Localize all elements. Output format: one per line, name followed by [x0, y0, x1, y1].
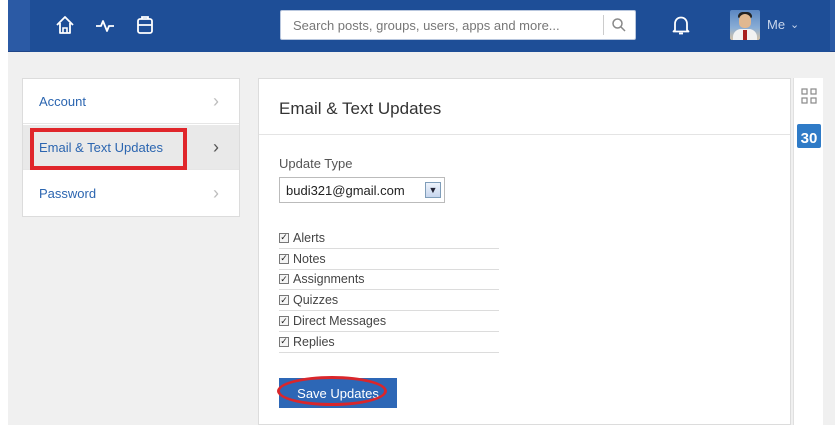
checkbox-alerts[interactable]: ✓ Alerts	[279, 228, 499, 249]
home-icon	[56, 16, 74, 34]
bell-icon[interactable]	[668, 12, 694, 38]
checkbox-label: Assignments	[293, 272, 365, 287]
title-divider	[259, 134, 790, 135]
top-navigation-bar: Me ⌄	[8, 0, 835, 52]
checkbox-direct-messages[interactable]: ✓ Direct Messages	[279, 311, 499, 332]
backpack-icon	[137, 16, 153, 34]
checkbox-checked-icon[interactable]: ✓	[279, 316, 289, 327]
search-divider	[603, 15, 604, 35]
update-type-value: budi321@gmail.com	[286, 183, 405, 198]
top-navigation-inner: Me ⌄	[30, 0, 830, 52]
update-type-label: Update Type	[279, 156, 353, 171]
calendar-day: 30	[800, 130, 818, 147]
dropdown-arrow-icon[interactable]: ▼	[425, 182, 441, 198]
backpack-button[interactable]	[130, 10, 160, 40]
search-box	[280, 10, 636, 40]
checkbox-checked-icon[interactable]: ✓	[279, 253, 289, 264]
checkbox-checked-icon[interactable]: ✓	[279, 232, 289, 243]
update-type-select[interactable]: budi321@gmail.com ▼	[279, 177, 445, 203]
window-edge	[0, 0, 8, 425]
avatar[interactable]	[730, 10, 760, 40]
chevron-down-icon[interactable]: ⌄	[790, 18, 799, 31]
checkbox-label: Alerts	[293, 230, 325, 245]
checkbox-replies[interactable]: ✓ Replies	[279, 332, 499, 353]
checkbox-label: Replies	[293, 334, 335, 349]
checkbox-assignments[interactable]: ✓ Assignments	[279, 270, 499, 291]
checkbox-checked-icon[interactable]: ✓	[279, 336, 289, 347]
search-icon[interactable]	[611, 17, 627, 33]
chevron-right-icon: ›	[213, 91, 219, 111]
activity-button[interactable]	[90, 10, 120, 40]
checkbox-checked-icon[interactable]: ✓	[279, 274, 289, 285]
me-menu-label[interactable]: Me	[767, 17, 785, 32]
checkbox-label: Direct Messages	[293, 314, 387, 329]
sidebar-item-label: Password	[39, 186, 97, 201]
activity-icon	[96, 20, 114, 32]
page-title: Email & Text Updates	[279, 99, 442, 118]
highlight-annotation-oval	[277, 376, 387, 406]
checkbox-checked-icon[interactable]: ✓	[279, 295, 289, 306]
checkbox-label: Quizzes	[293, 293, 339, 308]
chevron-right-icon: ›	[213, 137, 219, 157]
search-input[interactable]	[293, 11, 598, 39]
right-rail: 30	[793, 78, 823, 425]
apps-grid-icon[interactable]	[801, 88, 817, 104]
sidebar-item-account[interactable]: Account ›	[23, 79, 239, 124]
update-checklist: ✓ Alerts ✓ Notes ✓ Assignments ✓ Quizzes ✓ Di…	[279, 228, 499, 353]
checkbox-label: Notes	[293, 251, 326, 266]
chevron-right-icon: ›	[213, 183, 219, 203]
checkbox-notes[interactable]: ✓ Notes	[279, 249, 499, 270]
calendar-icon[interactable]: 30	[797, 124, 821, 148]
highlight-annotation-box	[30, 128, 187, 170]
checkbox-quizzes[interactable]: ✓ Quizzes	[279, 290, 499, 312]
home-button[interactable]	[50, 10, 80, 40]
sidebar-item-label: Account	[39, 94, 86, 109]
main-panel: Email & Text Updates Update Type budi321…	[258, 78, 791, 425]
sidebar-item-password[interactable]: Password ›	[23, 171, 239, 216]
